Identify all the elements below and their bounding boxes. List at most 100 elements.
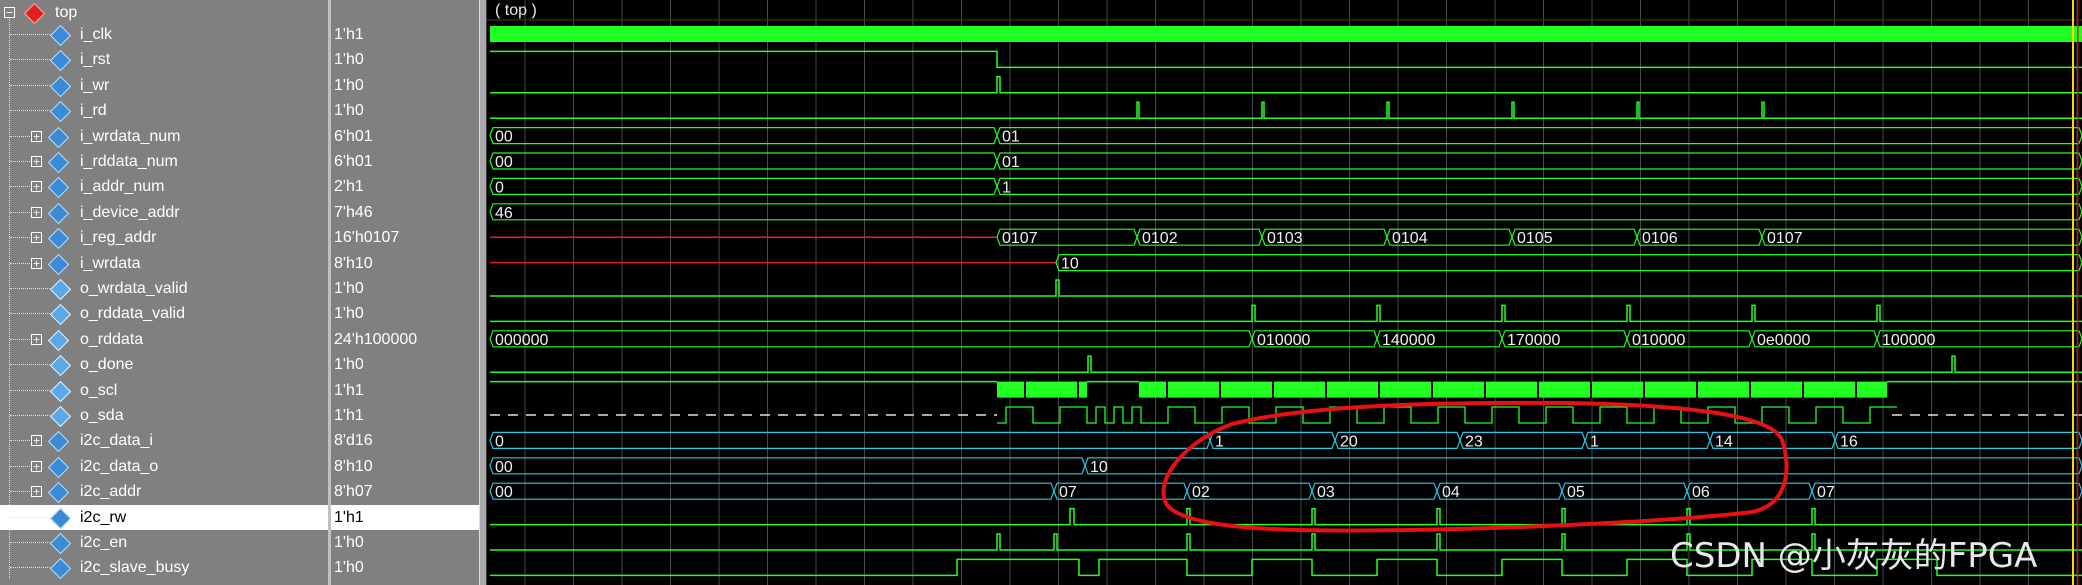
o-rddata-bus-label: 000000 bbox=[495, 332, 548, 349]
signal-value[interactable]: 7'h46 bbox=[331, 200, 479, 225]
signal-value[interactable]: 1'h0 bbox=[331, 98, 479, 123]
i2c-data-i-bus-label: 1 bbox=[1590, 433, 1599, 450]
tree-line bbox=[10, 542, 50, 543]
signal-name: o_rddata_valid bbox=[80, 305, 185, 322]
signal-row-i-rd[interactable]: i_rd bbox=[0, 98, 328, 123]
collapse-icon[interactable]: − bbox=[4, 7, 15, 18]
signal-value[interactable]: 1'h1 bbox=[331, 505, 479, 530]
expand-icon[interactable]: + bbox=[31, 486, 42, 497]
i-rst-wave bbox=[490, 50, 2082, 69]
tree-line bbox=[10, 415, 50, 416]
signal-value[interactable]: 1'h0 bbox=[331, 276, 479, 301]
signal-row-i2c-slave-busy[interactable]: i2c_slave_busy bbox=[0, 555, 328, 580]
signal-row-i2c-data-i[interactable]: + i2c_data_i bbox=[0, 428, 328, 453]
expand-icon[interactable]: + bbox=[31, 131, 42, 142]
signal-name: i2c_en bbox=[80, 534, 128, 551]
i2c-rw-wave bbox=[490, 507, 2082, 526]
pane-splitter[interactable] bbox=[479, 0, 487, 585]
signal-name: o_rddata bbox=[80, 331, 144, 348]
o-wrdata-valid-wave bbox=[490, 279, 2082, 297]
i2c-data-o-bus-segment bbox=[489, 457, 1086, 475]
signal-value[interactable]: 1'h0 bbox=[331, 301, 479, 326]
signal-row-i2c-en[interactable]: i2c_en bbox=[0, 530, 328, 555]
signal-name: o_done bbox=[80, 356, 134, 373]
expand-icon[interactable]: + bbox=[31, 334, 42, 345]
signal-value[interactable]: 1'h0 bbox=[331, 352, 479, 377]
i2c-data-o-bus-label: 00 bbox=[495, 459, 513, 476]
signal-name-pane: − top i_clk i_rst i_wr i_rd + i_wrdata_num + i_… bbox=[0, 0, 331, 585]
signal-value[interactable]: 16'h0107 bbox=[331, 225, 479, 250]
input-port-icon bbox=[49, 75, 72, 98]
signal-row-i-reg-addr[interactable]: + i_reg_addr bbox=[0, 225, 328, 250]
signal-value[interactable]: 1'h1 bbox=[331, 22, 479, 47]
i-reg-addr-bus-label: 0107 bbox=[1002, 230, 1038, 247]
signal-row-i2c-data-o[interactable]: + i2c_data_o bbox=[0, 454, 328, 479]
signal-name: i_rddata_num bbox=[80, 153, 178, 170]
signal-row-o-rddata-valid[interactable]: o_rddata_valid bbox=[0, 301, 328, 326]
i2c-data-i-bus-segment bbox=[1209, 431, 1336, 449]
signal-row-i-rst[interactable]: i_rst bbox=[0, 47, 328, 72]
scope-icon bbox=[23, 2, 46, 25]
i2c-addr-bus-label: 06 bbox=[1692, 484, 1710, 501]
signal-row-i-rddata-num[interactable]: + i_rddata_num bbox=[0, 149, 328, 174]
signal-row-i-addr-num[interactable]: + i_addr_num bbox=[0, 174, 328, 199]
signal-value[interactable]: 24'h100000 bbox=[331, 327, 479, 352]
signal-name: o_scl bbox=[80, 382, 118, 399]
signal-name: i2c_addr bbox=[80, 483, 142, 500]
signal-row-i2c-rw[interactable]: i2c_rw bbox=[0, 505, 328, 530]
i-device-addr-bus-label: 46 bbox=[495, 205, 513, 222]
signal-row-i-wrdata[interactable]: + i_wrdata bbox=[0, 251, 328, 276]
signal-name: i2c_slave_busy bbox=[80, 559, 190, 576]
signal-row-i-device-addr[interactable]: + i_device_addr bbox=[0, 200, 328, 225]
i2c-addr-bus-label: 00 bbox=[495, 484, 513, 501]
signal-row-o-done[interactable]: o_done bbox=[0, 352, 328, 377]
i-rddata-num-bus-label: 01 bbox=[1002, 154, 1020, 171]
signal-value[interactable]: 6'h01 bbox=[331, 149, 479, 174]
input-port-icon bbox=[49, 532, 72, 555]
output-port-icon bbox=[49, 278, 72, 301]
annotation-ellipse bbox=[1161, 400, 1789, 533]
signal-value[interactable]: 1'h0 bbox=[331, 530, 479, 555]
tree-line bbox=[10, 567, 50, 568]
signal-value[interactable]: 1'h1 bbox=[331, 403, 479, 428]
expand-icon[interactable]: + bbox=[31, 156, 42, 167]
output-port-icon bbox=[49, 380, 72, 403]
i-rddata-num-bus-segment bbox=[996, 152, 2082, 170]
signal-row-o-sda[interactable]: o_sda bbox=[0, 403, 328, 428]
signal-row-o-scl[interactable]: o_scl bbox=[0, 378, 328, 403]
signal-row-i-clk[interactable]: i_clk bbox=[0, 22, 328, 47]
signal-value[interactable]: 1'h0 bbox=[331, 47, 479, 72]
signal-row-i-wr[interactable]: i_wr bbox=[0, 73, 328, 98]
i2c-addr-bus-segment bbox=[489, 482, 1055, 500]
o-rddata-bus-label: 170000 bbox=[1507, 332, 1560, 349]
i2c-data-i-bus-label: 14 bbox=[1715, 433, 1733, 450]
waveform-pane[interactable]: ( top )00 0100 010 1460107 0102 0103 0104 0105 0… bbox=[487, 0, 2082, 585]
signal-value[interactable]: 8'h07 bbox=[331, 479, 479, 504]
signal-row-i-wrdata-num[interactable]: + i_wrdata_num bbox=[0, 124, 328, 149]
i-reg-addr-bus-label: 0106 bbox=[1642, 230, 1678, 247]
signal-value[interactable]: 8'd16 bbox=[331, 428, 479, 453]
input-port-icon bbox=[49, 507, 72, 530]
expand-icon[interactable]: + bbox=[31, 207, 42, 218]
signal-row-o-wrdata-valid[interactable]: o_wrdata_valid bbox=[0, 276, 328, 301]
signal-value[interactable]: 6'h01 bbox=[331, 124, 479, 149]
output-port-icon bbox=[49, 405, 72, 428]
signal-value[interactable]: 1'h0 bbox=[331, 73, 479, 98]
signal-value[interactable]: 8'h10 bbox=[331, 454, 479, 479]
i-device-addr-bus-segment bbox=[489, 203, 2082, 221]
signal-row-i2c-addr[interactable]: + i2c_addr bbox=[0, 479, 328, 504]
expand-icon[interactable]: + bbox=[31, 435, 42, 446]
signal-value[interactable]: 1'h0 bbox=[331, 555, 479, 580]
signal-value[interactable]: 8'h10 bbox=[331, 251, 479, 276]
input-port-icon bbox=[49, 557, 72, 580]
expand-icon[interactable]: + bbox=[31, 181, 42, 192]
signal-value[interactable]: 1'h1 bbox=[331, 378, 479, 403]
expand-icon[interactable]: + bbox=[31, 461, 42, 472]
signal-value[interactable]: 2'h1 bbox=[331, 174, 479, 199]
i2c-addr-bus-label: 03 bbox=[1317, 484, 1335, 501]
tree-line bbox=[10, 85, 50, 86]
i-reg-addr-bus-label: 0105 bbox=[1517, 230, 1553, 247]
expand-icon[interactable]: + bbox=[31, 232, 42, 243]
expand-icon[interactable]: + bbox=[31, 258, 42, 269]
signal-row-o-rddata[interactable]: + o_rddata bbox=[0, 327, 328, 352]
